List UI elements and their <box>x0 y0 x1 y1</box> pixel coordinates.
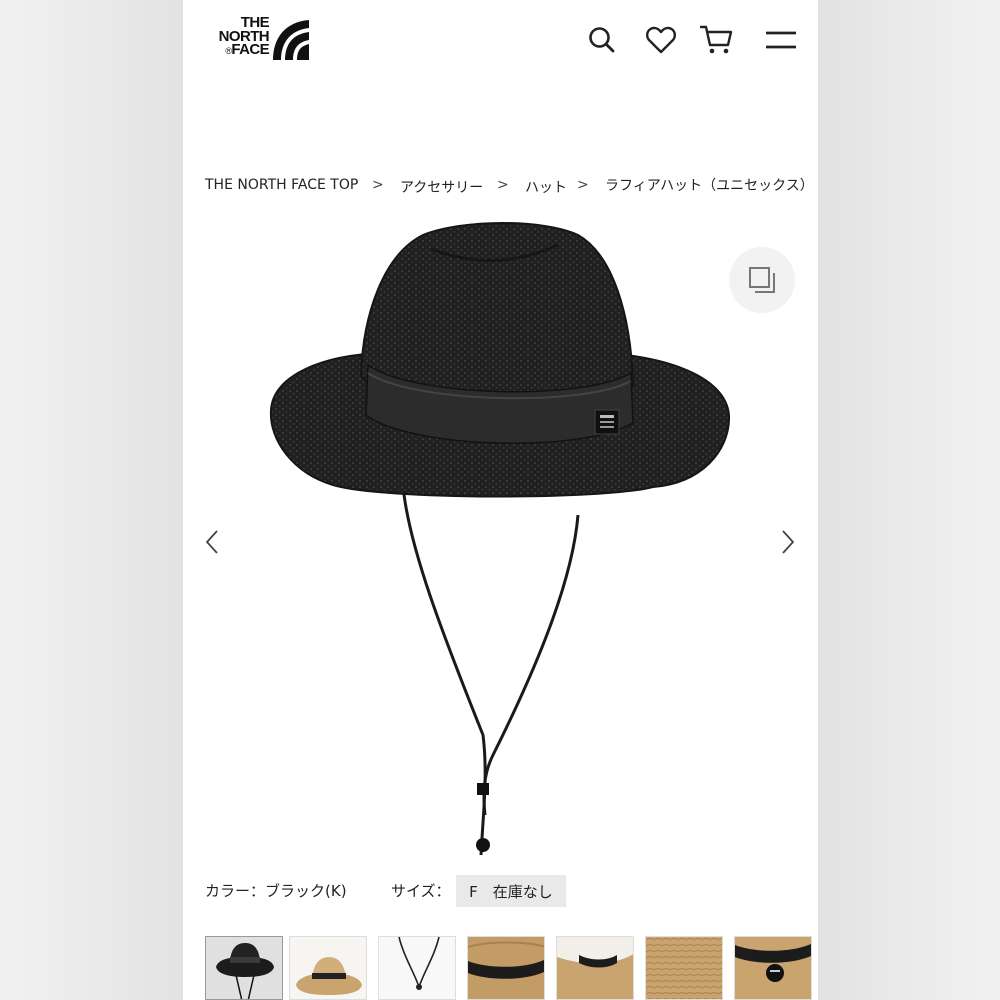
thumbnail-band-detail[interactable] <box>467 936 545 1000</box>
menu-icon[interactable] <box>763 22 799 58</box>
cord-knot <box>476 838 490 852</box>
thumbnail-natural-hat[interactable] <box>289 936 367 1000</box>
breadcrumb-item-hat[interactable]: ハット <box>525 177 567 197</box>
logo-text: THE NORTH ®FACE <box>218 14 270 58</box>
color-label: カラー：ブラック(K) <box>205 882 347 900</box>
product-page: THE NORTH ®FACE THE NORTH FACE TOP > アクセ… <box>183 0 818 1000</box>
logo-mark-icon <box>273 20 309 60</box>
thumbnail-raffia-texture[interactable] <box>645 936 723 1000</box>
left-backdrop <box>0 0 183 1000</box>
size-option-button[interactable]: F 在庫なし <box>456 875 566 907</box>
brand-logo[interactable]: THE NORTH ®FACE <box>211 14 311 66</box>
breadcrumb-separator: > <box>372 177 384 193</box>
prev-image-button[interactable] <box>197 522 227 562</box>
breadcrumb-separator: > <box>497 177 509 193</box>
search-icon[interactable] <box>584 22 620 58</box>
breadcrumb-item-current: ラフィアハット（ユニセックス） <box>605 178 814 194</box>
product-gallery[interactable] <box>183 215 818 870</box>
thumbnail-brim-detail[interactable] <box>556 936 634 1000</box>
breadcrumb-item-top[interactable]: THE NORTH FACE TOP <box>205 177 358 193</box>
chevron-left-icon <box>205 530 218 554</box>
thumbnail-black-hat[interactable] <box>205 936 283 1000</box>
cord-stopper <box>477 783 489 795</box>
breadcrumb-item-accessories[interactable]: アクセサリー <box>400 177 483 197</box>
product-image <box>269 222 731 856</box>
breadcrumb-separator: > <box>577 177 589 193</box>
thumbnail-cord-detail[interactable] <box>378 936 456 1000</box>
next-image-button[interactable] <box>773 522 803 562</box>
size-label: サイズ： <box>391 882 451 900</box>
cart-icon[interactable] <box>699 22 735 58</box>
breadcrumb: THE NORTH FACE TOP > アクセサリー > ハット > ラフィア… <box>205 177 815 201</box>
right-backdrop <box>818 0 1000 1000</box>
thumbnail-logo-tag[interactable] <box>734 936 812 1000</box>
heart-icon[interactable] <box>643 22 679 58</box>
expand-icon <box>749 267 775 293</box>
chevron-right-icon <box>782 530 795 554</box>
zoom-button[interactable] <box>729 247 795 313</box>
